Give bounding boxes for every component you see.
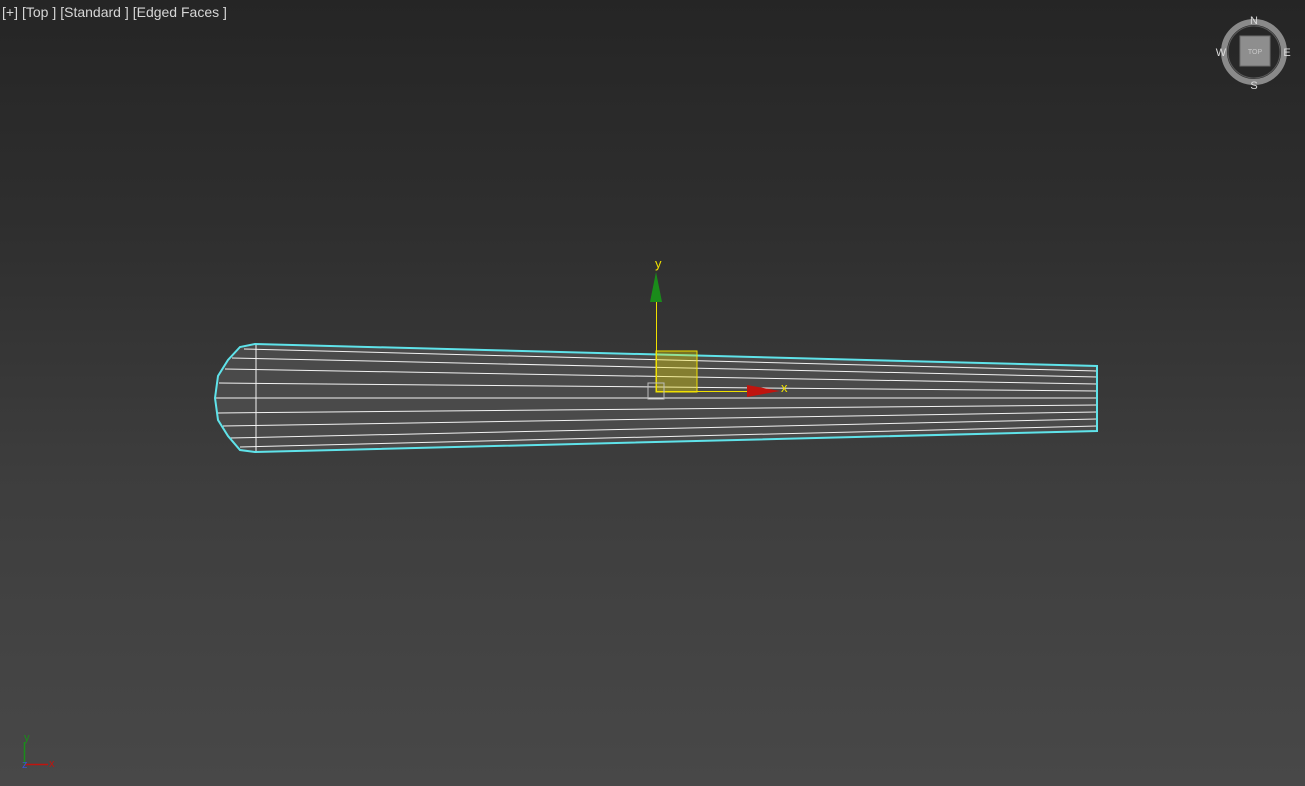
gizmo-y-label: y [655, 256, 662, 271]
viewcube-east-label[interactable]: E [1283, 47, 1290, 59]
viewcube-north-label[interactable]: N [1250, 15, 1258, 27]
gizmo-x-label: x [781, 380, 788, 395]
tripod-x-label: x [49, 758, 55, 770]
viewcube-south-label[interactable]: S [1250, 80, 1257, 92]
viewcube[interactable]: TOP N S E W [1216, 15, 1291, 92]
world-axis-tripod: x y z [22, 732, 55, 771]
viewcube-face-label: TOP [1248, 49, 1263, 56]
gizmo-xy-plane-handle[interactable] [655, 350, 698, 393]
viewport-top[interactable]: [+] [Top ] [Standard ] [Edged Faces ] y … [0, 0, 1305, 786]
tripod-y-label: y [24, 732, 30, 744]
scene-canvas[interactable]: y x TOP N S E W x y z [0, 0, 1305, 786]
gizmo-y-arrow-icon[interactable] [650, 272, 662, 302]
tripod-z-label: z [22, 759, 28, 771]
viewcube-west-label[interactable]: W [1216, 47, 1227, 59]
